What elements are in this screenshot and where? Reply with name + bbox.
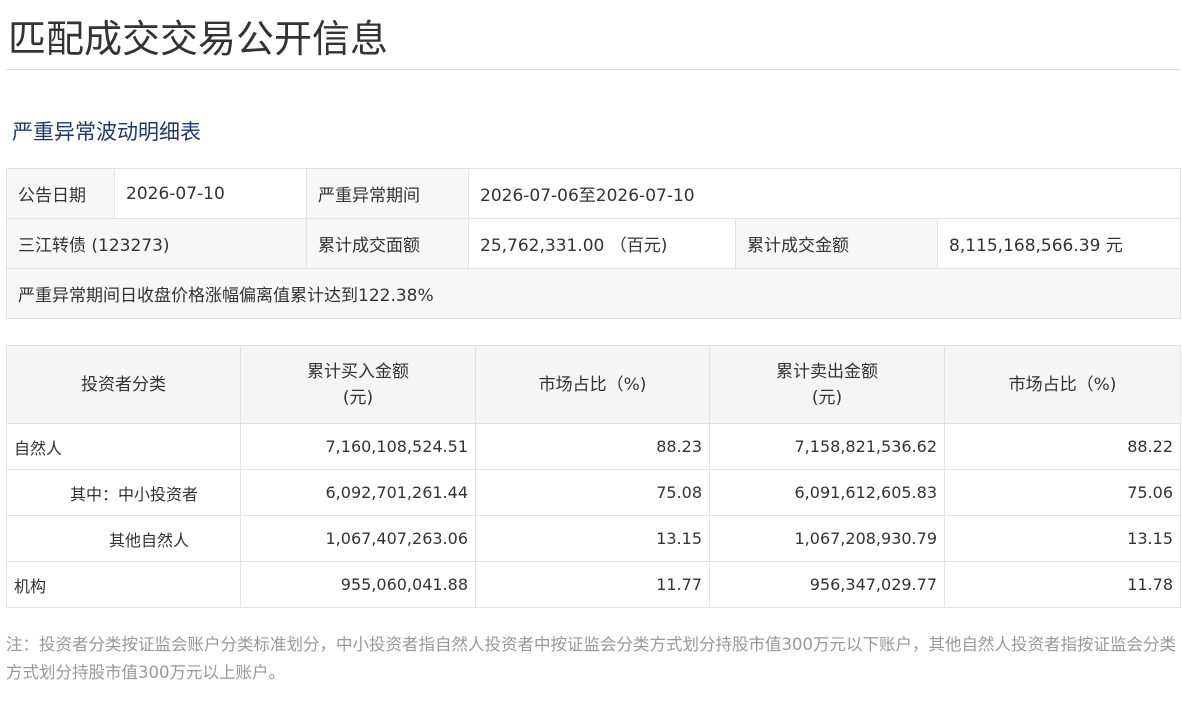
summary-table: 公告日期 2026-07-10 严重异常期间 2026-07-06至2026-0…	[5, 168, 1182, 319]
face-amount-value: 25,762,331.00 （百元)	[468, 218, 736, 269]
table-row: 机构 955,060,041.88 11.77 956,347,029.77 1…	[6, 561, 1181, 608]
sell-share-cell: 11.78	[944, 561, 1181, 608]
header-sell-amount: 累计卖出金额 (元)	[709, 345, 945, 424]
investor-type-cell: 其中：中小投资者	[6, 469, 241, 516]
period-label: 严重异常期间	[306, 168, 469, 219]
detail-header-row: 投资者分类 累计买入金额 (元) 市场占比（%) 累计卖出金额 (元) 市场占比…	[6, 345, 1181, 424]
sell-amount-cell: 1,067,208,930.79	[709, 515, 945, 562]
buy-amount-cell: 955,060,041.88	[240, 561, 476, 608]
header-buy-amount: 累计买入金额 (元)	[240, 345, 476, 424]
investor-type-cell: 自然人	[6, 423, 241, 470]
header-buy-share: 市场占比（%)	[475, 345, 710, 424]
trade-amount-value: 8,115,168,566.39 元	[936, 218, 1182, 269]
page-title: 匹配成交交易公开信息	[8, 17, 389, 61]
buy-share-cell: 11.77	[475, 561, 710, 608]
title-divider	[6, 69, 1180, 70]
footnote: 注：投资者分类按证监会账户分类标准划分，中小投资者指自然人投资者中按证监会分类方…	[6, 635, 1176, 682]
announce-date-label: 公告日期	[6, 168, 115, 219]
table-row: 自然人 7,160,108,524.51 88.23 7,158,821,536…	[6, 423, 1181, 470]
trade-amount-label: 累计成交金额	[735, 218, 938, 269]
buy-share-cell: 88.23	[475, 423, 710, 470]
sell-amount-cell: 7,158,821,536.62	[709, 423, 945, 470]
face-amount-label: 累计成交面额	[306, 218, 469, 269]
sell-share-cell: 13.15	[944, 515, 1181, 562]
summary-row-date: 公告日期 2026-07-10 严重异常期间 2026-07-06至2026-0…	[6, 168, 1182, 219]
buy-amount-cell: 6,092,701,261.44	[240, 469, 476, 516]
sell-share-cell: 75.06	[944, 469, 1181, 516]
section-title: 严重异常波动明细表	[12, 120, 201, 144]
investor-type-cell: 机构	[6, 561, 241, 608]
period-value: 2026-07-06至2026-07-10	[467, 168, 1182, 219]
sell-share-cell: 88.22	[944, 423, 1181, 470]
header-sell-amount-line1: 累计卖出金额	[776, 361, 878, 382]
table-row: 其中：中小投资者 6,092,701,261.44 75.08 6,091,61…	[6, 469, 1181, 516]
announce-date-value: 2026-07-10	[114, 168, 307, 219]
summary-row-deviation: 严重异常期间日收盘价格涨幅偏离值累计达到122.38%	[5, 268, 1182, 319]
header-investor-type: 投资者分类	[6, 345, 241, 424]
header-sell-share: 市场占比（%)	[944, 345, 1181, 424]
investor-type-cell: 其他自然人	[6, 515, 241, 562]
table-row: 其他自然人 1,067,407,263.06 13.15 1,067,208,9…	[6, 515, 1181, 562]
buy-amount-cell: 7,160,108,524.51	[240, 423, 476, 470]
deviation-text: 严重异常期间日收盘价格涨幅偏离值累计达到122.38%	[5, 268, 1182, 319]
header-buy-amount-line1: 累计买入金额	[307, 361, 409, 382]
bond-name: 三江转债 (123273)	[6, 218, 307, 269]
header-buy-amount-line2: (元)	[342, 387, 374, 408]
buy-share-cell: 13.15	[475, 515, 710, 562]
sell-amount-cell: 956,347,029.77	[709, 561, 945, 608]
buy-amount-cell: 1,067,407,263.06	[240, 515, 476, 562]
sell-amount-cell: 6,091,612,605.83	[709, 469, 945, 516]
header-sell-amount-line2: (元)	[811, 387, 843, 408]
investor-detail-table: 投资者分类 累计买入金额 (元) 市场占比（%) 累计卖出金额 (元) 市场占比…	[6, 345, 1181, 608]
buy-share-cell: 75.08	[475, 469, 710, 516]
summary-row-amounts: 三江转债 (123273) 累计成交面额 25,762,331.00 （百元) …	[6, 218, 1182, 269]
